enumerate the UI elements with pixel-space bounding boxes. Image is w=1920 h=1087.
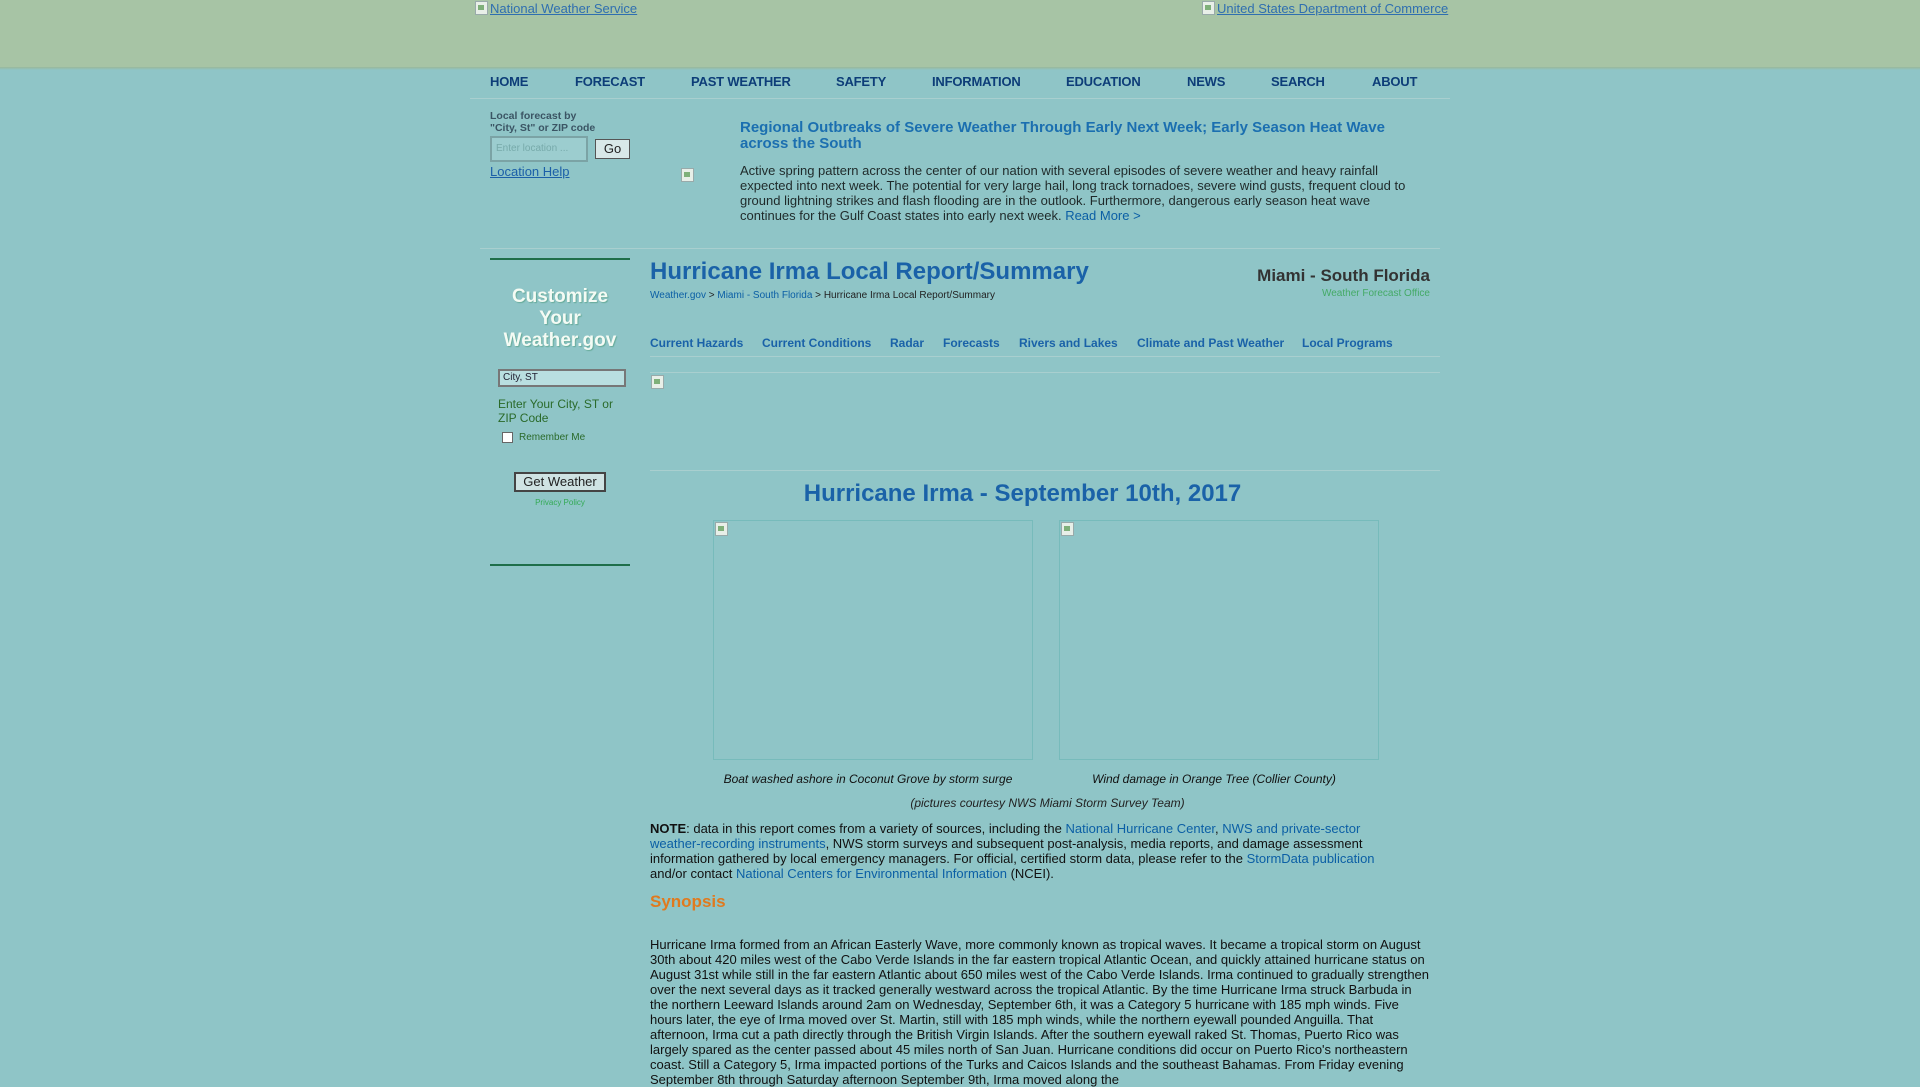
broken-image-icon (715, 522, 728, 536)
breadcrumb-home[interactable]: Weather.gov (650, 290, 706, 301)
nws-logo-link[interactable]: National Weather Service (475, 1, 637, 16)
office-banner (650, 372, 1440, 471)
subnav-current-conditions[interactable]: Current Conditions (762, 336, 871, 350)
nav-education[interactable]: EDUCATION (1066, 74, 1141, 89)
subnav-current-hazards[interactable]: Current Hazards (650, 336, 743, 350)
subnav-radar[interactable]: Radar (890, 336, 924, 350)
local-forecast-label-line2: "City, St" or ZIP code (490, 122, 596, 134)
nav-home[interactable]: HOME (490, 74, 528, 89)
report-heading: Hurricane Irma - September 10th, 2017 (803, 480, 1242, 507)
remember-checkbox[interactable] (502, 432, 513, 443)
breadcrumb-sep: > (705, 290, 718, 301)
doc-logo-link[interactable]: United States Department of Commerce (1202, 1, 1448, 16)
go-button[interactable]: Go (595, 139, 630, 159)
location-help-link[interactable]: Location Help (490, 164, 570, 179)
page-title: Hurricane Irma Local Report/Summary (650, 258, 1089, 285)
nav-information[interactable]: INFORMATION (932, 74, 1021, 89)
privacy-policy-link[interactable]: Privacy Policy (490, 498, 630, 507)
divider (480, 248, 1440, 249)
nav-news[interactable]: NEWS (1187, 74, 1225, 89)
local-forecast-label: Local forecast by "City, St" or ZIP code (490, 110, 595, 134)
customize-panel: Customize Your Weather.gov City, ST Ente… (490, 258, 630, 566)
breadcrumb: Weather.gov > Miami - South Florida > Hu… (650, 290, 995, 301)
remember-label: Remember Me (519, 432, 586, 443)
breadcrumb-office[interactable]: Miami - South Florida (717, 290, 812, 301)
breadcrumb-current: Hurricane Irma Local Report/Summary (823, 290, 995, 301)
photo-boat[interactable] (713, 520, 1033, 760)
note-text: : data in this report comes from a varie… (686, 821, 1066, 836)
nav-safety[interactable]: SAFETY (836, 74, 886, 89)
remember-me[interactable]: Remember Me (502, 432, 585, 443)
ncei-link[interactable]: National Centers for Environmental Infor… (736, 866, 1007, 881)
note-label: NOTE (650, 821, 687, 836)
caption-boat: Boat washed ashore in Coconut Grove by s… (723, 772, 1013, 786)
outbreak-headline[interactable]: Regional Outbreaks of Severe Weather Thr… (740, 120, 1420, 152)
nav-search[interactable]: SEARCH (1271, 74, 1325, 89)
nav-forecast[interactable]: FORECAST (575, 74, 645, 89)
outbreak-summary: Active spring pattern across the center … (740, 163, 1410, 223)
location-input[interactable]: Enter location ... (490, 136, 588, 162)
customize-title-line1: Customize (511, 286, 609, 307)
office-name[interactable]: Miami - South Florida (1257, 266, 1430, 286)
stormdata-link[interactable]: StormData publication (1247, 851, 1375, 866)
note-text: and/or contact (650, 866, 736, 881)
office-subnav: Current Hazards Current Conditions Radar… (650, 334, 1440, 357)
synopsis-text: Hurricane Irma formed from an African Ea… (650, 937, 1430, 1087)
office-subtitle: Weather Forecast Office (1321, 288, 1430, 299)
photo-courtesy: (pictures courtesy NWS Miami Storm Surve… (910, 796, 1185, 810)
subnav-rivers-lakes[interactable]: Rivers and Lakes (1019, 336, 1118, 350)
broken-image-icon (1061, 522, 1074, 536)
main-nav: HOME FORECAST PAST WEATHER SAFETY INFORM… (470, 70, 1450, 99)
data-note: NOTE: data in this report comes from a v… (650, 821, 1395, 881)
subnav-local-programs[interactable]: Local Programs (1302, 336, 1393, 350)
subnav-climate[interactable]: Climate and Past Weather (1137, 336, 1284, 350)
doc-logo-alt: United States Department of Commerce (1217, 1, 1449, 16)
city-hint: Enter Your City, ST or ZIP Code (498, 397, 613, 425)
broken-image-icon (651, 375, 664, 389)
broken-image-icon (475, 1, 488, 15)
photo-wind-damage[interactable] (1059, 520, 1379, 760)
broken-image-icon (1202, 1, 1215, 15)
nav-past-weather[interactable]: PAST WEATHER (691, 74, 791, 89)
caption-wind-damage: Wind damage in Orange Tree (Collier Coun… (1092, 772, 1336, 786)
broken-image-icon (681, 168, 694, 182)
header-band: National Weather Service United States D… (0, 0, 1920, 70)
city-st-input[interactable]: City, ST (498, 369, 626, 387)
nhc-link[interactable]: National Hurricane Center (1065, 821, 1215, 836)
nws-logo-alt: National Weather Service (490, 1, 638, 16)
customize-title: Customize Your Weather.gov (490, 286, 630, 352)
customize-title-line3: Weather.gov (503, 330, 617, 351)
note-text: (NCEI). (1006, 866, 1054, 881)
customize-title-line2: Your (539, 308, 581, 329)
local-forecast-label-line1: Local forecast by (490, 110, 577, 122)
read-more-link[interactable]: Read More > (1065, 208, 1141, 223)
get-weather-button[interactable]: Get Weather (514, 472, 606, 492)
synopsis-heading: Synopsis (650, 892, 726, 911)
nav-about[interactable]: ABOUT (1372, 74, 1417, 89)
subnav-forecasts[interactable]: Forecasts (943, 336, 1000, 350)
breadcrumb-sep: > (812, 290, 824, 301)
